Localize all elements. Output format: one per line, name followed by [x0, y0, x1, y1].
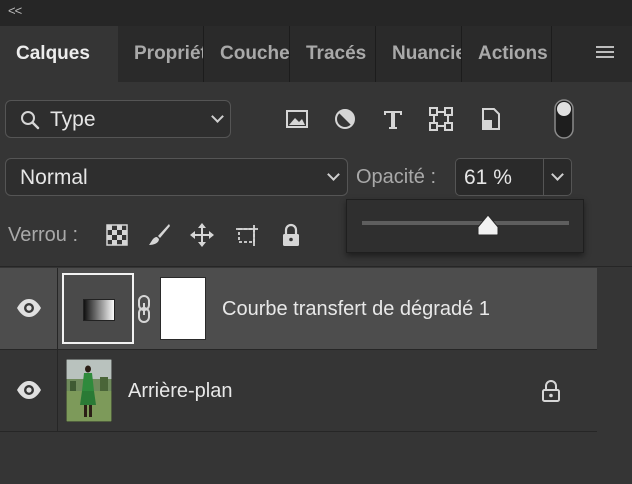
opacity-slider-toggle[interactable]: [543, 158, 572, 196]
panel-menu-icon[interactable]: [596, 46, 614, 60]
blend-mode-select[interactable]: Normal: [5, 158, 348, 196]
layer-filter-select[interactable]: Type: [5, 100, 231, 138]
visibility-cell: [0, 268, 58, 349]
gradient-map-icon: [83, 299, 115, 321]
tab-proprietes[interactable]: Propriétés: [118, 26, 204, 82]
lock-transparent-pixels-icon[interactable]: [104, 222, 130, 248]
tab-label: Propriétés: [134, 43, 203, 64]
lock-image-pixels-icon[interactable]: [146, 222, 172, 248]
lock-label: Verrou :: [8, 224, 79, 246]
blend-mode-value: Normal: [20, 166, 88, 189]
tab-label: Tracés: [306, 43, 367, 64]
lock-position-icon[interactable]: [189, 222, 215, 248]
adjustment-thumbnail[interactable]: [62, 273, 134, 344]
adjustment-filter-icon[interactable]: [332, 106, 358, 132]
opacity-slider-popup: [346, 199, 584, 253]
chevron-down-icon: [211, 110, 224, 123]
tab-label: Calques: [16, 43, 90, 64]
image-filter-icon[interactable]: [284, 106, 310, 132]
layer-name[interactable]: Courbe transfert de dégradé 1: [222, 298, 490, 321]
filter-toggle-icon[interactable]: [552, 98, 576, 140]
visibility-cell: [0, 350, 58, 431]
opacity-slider-thumb[interactable]: [476, 214, 500, 236]
tab-actions[interactable]: Actions: [462, 26, 552, 82]
layer-mask-thumbnail[interactable]: [160, 277, 206, 340]
eye-icon[interactable]: [16, 380, 42, 400]
chevron-down-icon: [551, 168, 564, 181]
tab-label: Actions: [478, 43, 548, 64]
opacity-label: Opacité :: [356, 166, 437, 188]
opacity-slider-track[interactable]: [362, 221, 569, 225]
layer-name[interactable]: Arrière-plan: [128, 380, 232, 403]
smart-object-filter-icon[interactable]: [478, 106, 504, 132]
tab-nuancier[interactable]: Nuancier: [376, 26, 462, 82]
panel-tab-bar: Calques Propriétés Couches Tracés Nuanci…: [0, 26, 632, 82]
opacity-input[interactable]: 61 %: [455, 158, 543, 196]
filter-value: Type: [50, 108, 96, 131]
layer-row[interactable]: Courbe transfert de dégradé 1: [0, 268, 597, 349]
tab-label: Couches: [220, 43, 290, 64]
tab-traces[interactable]: Tracés: [290, 26, 376, 82]
tab-label: Nuancier: [392, 43, 461, 64]
panel-top-strip: <<: [0, 0, 632, 26]
type-filter-icon[interactable]: [380, 106, 406, 132]
opacity-value: 61 %: [464, 166, 512, 189]
search-icon: [21, 111, 40, 130]
tab-calques[interactable]: Calques: [0, 26, 118, 82]
lock-all-icon[interactable]: [278, 222, 304, 248]
eye-icon[interactable]: [16, 298, 42, 318]
collapse-panel-icon[interactable]: <<: [8, 3, 22, 18]
shape-filter-icon[interactable]: [428, 106, 454, 132]
layer-row[interactable]: Arrière-plan: [0, 350, 597, 431]
lock-artboard-icon[interactable]: [234, 222, 260, 248]
panel-divider: [0, 266, 632, 267]
chevron-down-icon: [327, 168, 340, 181]
background-thumbnail[interactable]: [66, 359, 112, 422]
lock-icon: [542, 380, 560, 402]
layers-empty-area: [0, 432, 632, 484]
mask-link-icon[interactable]: [136, 294, 152, 324]
tab-couches[interactable]: Couches: [204, 26, 290, 82]
